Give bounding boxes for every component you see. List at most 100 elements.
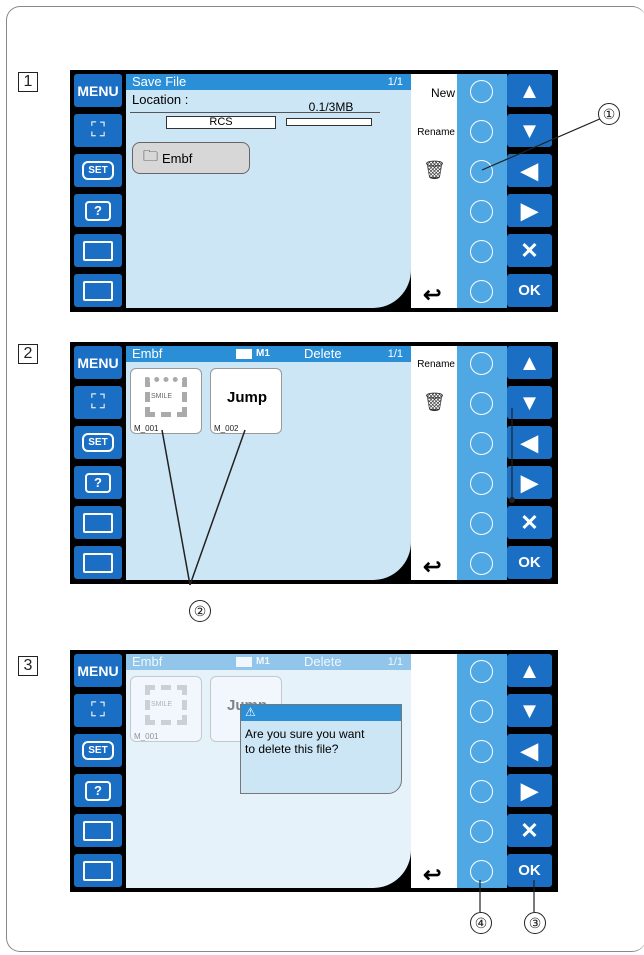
confirm-delete-dialog: ⚠ Are you sure you want to delete this f… (240, 704, 402, 794)
help-icon: ? (85, 780, 111, 801)
panel-title-bar: Embf M1 Delete 1/1 (126, 346, 411, 362)
left-button[interactable]: ◀ (507, 734, 552, 767)
warning-icon: ⚠ (245, 705, 256, 719)
page-indicator: 1/1 (387, 348, 403, 360)
ok-button[interactable]: OK (507, 546, 552, 579)
step-number-3: 3 (18, 656, 38, 676)
ok-button[interactable]: OK (507, 274, 552, 307)
soft-label-new: New (430, 86, 455, 100)
exit-button[interactable] (74, 814, 122, 847)
screen-3: MENU ⛶ SET ? Embf M1 Delete 1/1 SMILE M_… (70, 650, 558, 892)
soft-button-6[interactable] (470, 552, 493, 575)
help-icon: ? (85, 200, 111, 221)
set-icon: SET (82, 741, 114, 760)
exit-icon (83, 512, 113, 533)
exit-icon (83, 240, 113, 261)
soft-button-5[interactable] (470, 512, 493, 535)
mode-label: Delete (304, 654, 342, 669)
panel-title: Embf (132, 654, 163, 669)
callout-4: ④ (470, 912, 492, 934)
enter-icon (83, 552, 113, 573)
file-panel: Save File 1/1 Location : RCS 0.1/3MB 🗀 E… (126, 74, 411, 308)
hoop-icon (236, 657, 252, 667)
enter-button[interactable] (74, 274, 122, 307)
soft-button-5[interactable] (470, 820, 493, 843)
soft-label-rename: Rename (417, 359, 455, 370)
dialog-message-line-1: Are you sure you want (245, 727, 365, 741)
soft-button-4[interactable] (470, 780, 493, 803)
soft-button-4[interactable] (470, 472, 493, 495)
panel-title: Embf (132, 346, 163, 361)
enter-button[interactable] (74, 854, 122, 887)
soft-label-column: ↩ (411, 654, 457, 888)
cancel-button[interactable]: ✕ (507, 814, 552, 847)
soft-button-4[interactable] (470, 200, 493, 223)
soft-button-3[interactable] (470, 740, 493, 763)
soft-label-column: Rename 🗑 ↩ (411, 346, 457, 580)
cancel-button[interactable]: ✕ (507, 234, 552, 267)
callout-line-1 (481, 117, 603, 171)
enter-button[interactable] (74, 546, 122, 579)
help-button[interactable]: ? (74, 774, 122, 807)
help-icon: ? (85, 472, 111, 493)
tile-filename: M_001 (134, 732, 159, 741)
set-button[interactable]: SET (74, 426, 122, 459)
exit-button[interactable] (74, 234, 122, 267)
hoop-label: M1 (256, 656, 270, 667)
callout-3: ③ (524, 912, 546, 934)
open-folder-button[interactable]: ⛶ (74, 386, 122, 419)
exit-button[interactable] (74, 506, 122, 539)
soft-button-2[interactable] (470, 392, 493, 415)
dialog-message: Are you sure you want to delete this fil… (241, 721, 401, 763)
trash-icon: 🗑 (423, 392, 446, 412)
menu-button[interactable]: MENU (74, 654, 122, 687)
page-indicator: 1/1 (387, 76, 403, 88)
soft-button-1[interactable] (470, 352, 493, 375)
up-button[interactable]: ▲ (507, 654, 552, 687)
set-icon: SET (82, 433, 114, 452)
menu-button[interactable]: MENU (74, 346, 122, 379)
page-indicator: 1/1 (387, 656, 403, 668)
right-button[interactable]: ▶ (507, 774, 552, 807)
set-button[interactable]: SET (74, 154, 122, 187)
down-button[interactable]: ▼ (507, 694, 552, 727)
left-button-column: MENU ⛶ SET ? (74, 654, 126, 894)
soft-button-3[interactable] (470, 432, 493, 455)
open-folder-button[interactable]: ⛶ (74, 114, 122, 147)
tile-pattern-text: SMILE (151, 393, 173, 400)
open-folder-icon: ⛶ (91, 119, 105, 141)
callout-1: ① (598, 103, 620, 125)
soft-button-2[interactable] (470, 700, 493, 723)
return-icon: ↩ (423, 282, 442, 307)
help-button[interactable]: ? (74, 194, 122, 227)
folder-embf[interactable]: 🗀 Embf (132, 142, 250, 174)
enter-icon (83, 860, 113, 881)
location-field[interactable]: RCS (166, 116, 276, 129)
soft-label-column: New Rename 🗑 ↩ (411, 74, 457, 308)
soft-button-5[interactable] (470, 240, 493, 263)
mode-label: Delete (304, 346, 342, 361)
right-button[interactable]: ▶ (507, 194, 552, 227)
soft-button-6[interactable] (470, 280, 493, 303)
up-button[interactable]: ▲ (507, 346, 552, 379)
help-button[interactable]: ? (74, 466, 122, 499)
panel-title-bar: Embf M1 Delete 1/1 (126, 654, 411, 670)
file-tile-m001: SMILE M_001 (130, 676, 202, 742)
soft-button-1[interactable] (470, 660, 493, 683)
return-icon: ↩ (423, 554, 442, 579)
open-folder-icon: ⛶ (91, 699, 105, 721)
set-button[interactable]: SET (74, 734, 122, 767)
panel-title-bar: Save File 1/1 (126, 74, 411, 90)
trash-icon: 🗑 (423, 160, 446, 180)
cancel-button[interactable]: ✕ (507, 506, 552, 539)
callout-2: ② (189, 600, 211, 622)
open-folder-button[interactable]: ⛶ (74, 694, 122, 727)
enter-icon (83, 280, 113, 301)
set-icon: SET (82, 161, 114, 180)
menu-button[interactable]: MENU (74, 74, 122, 107)
dialog-message-line-2: to delete this file? (245, 742, 339, 756)
left-button-column: MENU ⛶ SET ? (74, 346, 126, 586)
hoop-label: M1 (256, 348, 270, 359)
screen-2: MENU ⛶ SET ? Embf M1 Delete 1/1 SMILE M_… (70, 342, 558, 584)
soft-button-column (457, 654, 507, 888)
